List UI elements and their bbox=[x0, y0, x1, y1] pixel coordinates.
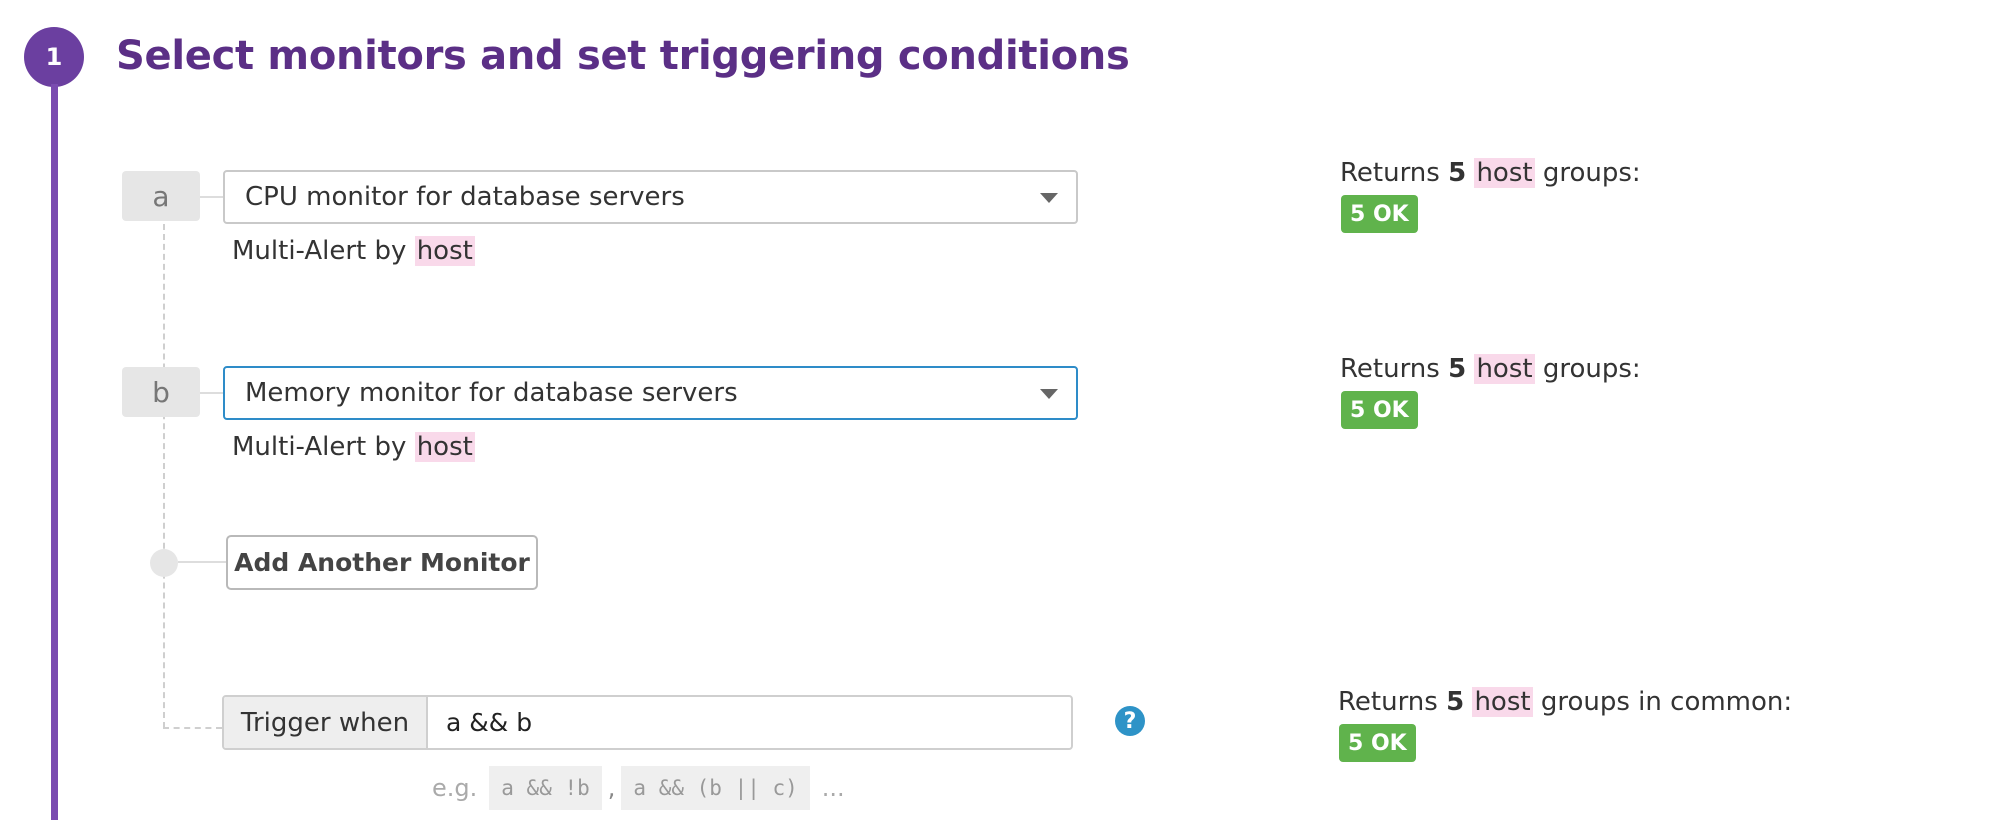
trigger-condition-input[interactable]: a && b bbox=[428, 697, 1071, 748]
multi-alert-tag: host bbox=[414, 236, 475, 266]
query-connector-b bbox=[200, 392, 223, 394]
query-label-a: a bbox=[122, 171, 200, 221]
trigger-examples: e.g. a && !b , a && (b || c) ... bbox=[432, 766, 845, 810]
returns-suffix: groups: bbox=[1542, 158, 1641, 188]
chevron-down-icon bbox=[1040, 193, 1058, 203]
returns-tag: host bbox=[1474, 158, 1535, 188]
help-icon[interactable]: ? bbox=[1115, 706, 1145, 736]
status-badge-b: 5 OK bbox=[1341, 391, 1418, 429]
multi-alert-label: Multi-Alert by bbox=[232, 236, 407, 266]
returns-text-common: Returns 5 host groups in common: bbox=[1338, 687, 1792, 717]
multi-alert-b: Multi-Alert by host bbox=[232, 432, 475, 462]
trigger-connector-line bbox=[163, 727, 222, 729]
trigger-condition-group: Trigger when a && b bbox=[222, 695, 1073, 750]
returns-prefix: Returns bbox=[1338, 687, 1438, 717]
page-title: Select monitors and set triggering condi… bbox=[116, 33, 1130, 79]
chevron-down-icon bbox=[1040, 389, 1058, 399]
returns-text-a: Returns 5 host groups: bbox=[1340, 158, 1641, 188]
returns-count: 5 bbox=[1446, 687, 1465, 717]
add-monitor-button[interactable]: Add Another Monitor bbox=[226, 535, 538, 590]
status-badge-a: 5 OK bbox=[1341, 195, 1418, 233]
monitor-select-a[interactable]: CPU monitor for database servers bbox=[223, 170, 1078, 224]
returns-tag: host bbox=[1472, 687, 1533, 717]
example-code: a && (b || c) bbox=[621, 766, 810, 810]
monitor-select-b[interactable]: Memory monitor for database servers bbox=[223, 366, 1078, 420]
example-code: a && !b bbox=[489, 766, 602, 810]
examples-ellipsis: ... bbox=[821, 774, 845, 802]
multi-alert-label: Multi-Alert by bbox=[232, 432, 407, 462]
add-monitor-node-icon bbox=[150, 549, 178, 577]
returns-prefix: Returns bbox=[1340, 158, 1440, 188]
examples-separator: , bbox=[607, 774, 616, 802]
add-monitor-connector bbox=[178, 561, 226, 563]
monitor-select-a-value: CPU monitor for database servers bbox=[245, 182, 685, 212]
returns-count: 5 bbox=[1448, 354, 1467, 384]
returns-suffix: groups in common: bbox=[1540, 687, 1793, 717]
returns-text-b: Returns 5 host groups: bbox=[1340, 354, 1641, 384]
returns-tag: host bbox=[1474, 354, 1535, 384]
monitor-select-b-value: Memory monitor for database servers bbox=[245, 378, 738, 408]
status-badge-common: 5 OK bbox=[1339, 724, 1416, 762]
returns-count: 5 bbox=[1448, 158, 1467, 188]
returns-prefix: Returns bbox=[1340, 354, 1440, 384]
step-progress-line bbox=[51, 84, 58, 820]
query-connector-line bbox=[163, 224, 165, 728]
multi-alert-tag: host bbox=[414, 432, 475, 462]
returns-suffix: groups: bbox=[1542, 354, 1641, 384]
query-label-b: b bbox=[122, 367, 200, 417]
step-number-badge: 1 bbox=[24, 27, 84, 87]
query-connector-a bbox=[200, 196, 223, 198]
examples-prefix: e.g. bbox=[432, 774, 478, 802]
multi-alert-a: Multi-Alert by host bbox=[232, 236, 475, 266]
trigger-when-label: Trigger when bbox=[224, 697, 428, 748]
